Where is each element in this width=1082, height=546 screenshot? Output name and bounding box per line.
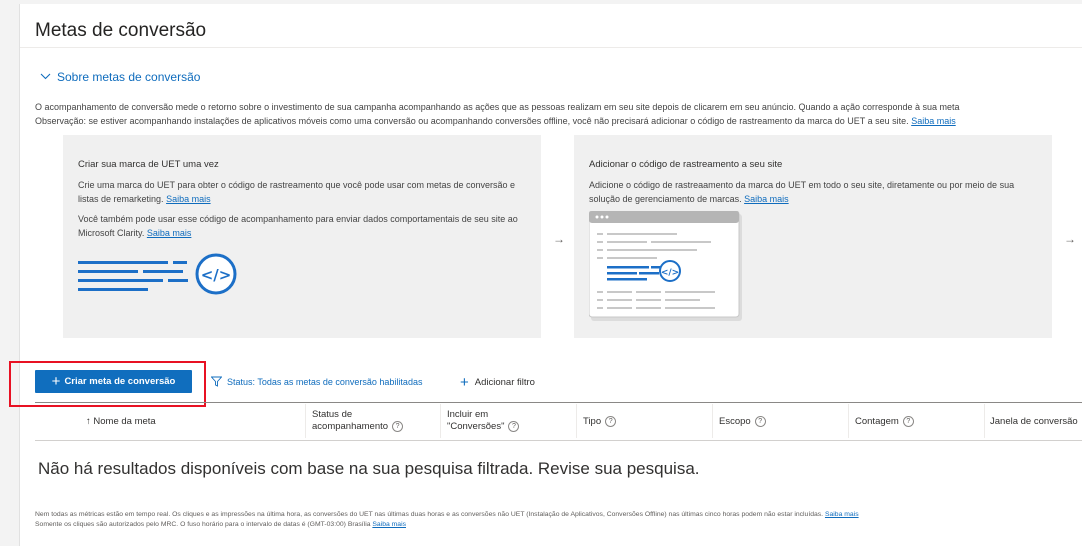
help-icon[interactable]: ?	[508, 421, 520, 432]
column-label: Contagem	[855, 416, 899, 428]
learn-more-link[interactable]: Saiba mais	[744, 194, 789, 204]
website-code-illustration: </>	[589, 211, 742, 321]
column-divider	[712, 404, 713, 438]
about-line-2: Observação: se estiver acompanhando inst…	[35, 116, 909, 126]
column-label: Nome da meta	[93, 416, 156, 427]
about-description: O acompanhamento de conversão mede o ret…	[35, 100, 1082, 128]
help-icon[interactable]: ?	[902, 416, 914, 427]
footer-note: Nem todas as métricas estão em tempo rea…	[35, 510, 859, 530]
column-divider	[984, 404, 985, 438]
svg-text:</>: </>	[661, 268, 679, 278]
card-text: Adicione o código de rastreaamento da ma…	[589, 178, 1034, 206]
arrow-right-icon: →	[553, 232, 565, 246]
learn-more-link[interactable]: Saiba mais	[825, 511, 859, 518]
uet-tag-illustration: </>	[78, 253, 237, 295]
column-header-count[interactable]: Contagem?	[855, 416, 914, 428]
column-label: acompanhamento	[312, 421, 389, 433]
help-icon[interactable]: ?	[605, 416, 617, 427]
column-header-include-in-conversions[interactable]: Incluir em "Conversões"?	[447, 409, 520, 433]
column-label: Incluir em	[447, 409, 489, 420]
sort-ascending-icon: ↑	[86, 416, 91, 427]
card-text-2: Você também pode usar esse código de aco…	[78, 214, 518, 238]
column-divider	[848, 404, 849, 438]
learn-more-link[interactable]: Saiba mais	[166, 194, 211, 204]
learn-more-link[interactable]: Saiba mais	[147, 228, 192, 238]
filter-icon	[211, 376, 222, 387]
learn-more-link[interactable]: Saiba mais	[372, 521, 406, 528]
chevron-down-icon	[40, 71, 51, 83]
empty-results-message: Não há resultados disponíveis com base n…	[38, 459, 700, 478]
add-tracking-code-card: Adicionar o código de rastreamento a seu…	[574, 135, 1052, 338]
card-title: Adicionar o código de rastreamento a seu…	[589, 159, 783, 170]
column-label: "Conversões"	[447, 421, 505, 433]
help-icon[interactable]: ?	[754, 416, 766, 427]
column-label: Janela de conversão	[990, 416, 1078, 427]
column-label: Status de	[312, 409, 353, 420]
card-text-1: Crie uma marca do UET para obter o códig…	[78, 180, 516, 204]
card-text: Você também pode usar esse código de aco…	[78, 212, 523, 240]
status-filter[interactable]: Status: Todas as metas de conversão habi…	[211, 376, 422, 387]
add-filter-button[interactable]: + Adicionar filtro	[460, 375, 535, 390]
table-top-rule	[35, 402, 1082, 403]
card-title: Criar sua marca de UET uma vez	[78, 159, 219, 170]
footer-line-2: Somente os cliques são autorizados pelo …	[35, 521, 371, 528]
footer-line-1: Nem todas as métricas estão em tempo rea…	[35, 511, 824, 518]
add-filter-label: Adicionar filtro	[474, 377, 535, 388]
status-filter-label: Status: Todas as metas de conversão habi…	[227, 376, 423, 387]
page-title: Metas de conversão	[35, 20, 207, 41]
help-icon[interactable]: ?	[392, 421, 404, 432]
table-header-bottom-rule	[35, 440, 1082, 441]
create-uet-tag-card: Criar sua marca de UET uma vez Crie uma …	[63, 135, 541, 338]
card-text-1: Adicione o código de rastreaamento da ma…	[589, 180, 1015, 204]
column-header-conversion-window[interactable]: Janela de conversão	[990, 416, 1078, 428]
svg-text:</>: </>	[201, 266, 232, 284]
column-header-tracking-status[interactable]: Status de acompanhamento?	[312, 409, 404, 433]
column-header-scope[interactable]: Escopo?	[719, 416, 766, 428]
plus-icon: +	[460, 374, 469, 391]
column-divider	[576, 404, 577, 438]
column-divider	[440, 404, 441, 438]
highlight-box	[9, 361, 206, 407]
about-toggle-label: Sobre metas de conversão	[57, 70, 201, 84]
about-toggle[interactable]: Sobre metas de conversão	[40, 70, 200, 84]
card-text: Crie uma marca do UET para obter o códig…	[78, 178, 523, 206]
column-label: Tipo	[583, 416, 602, 428]
column-label: Escopo	[719, 416, 751, 428]
arrow-right-icon: →	[1064, 232, 1076, 246]
column-header-type[interactable]: Tipo?	[583, 416, 617, 428]
learn-more-link[interactable]: Saiba mais	[911, 116, 956, 126]
column-header-goal-name[interactable]: ↑ Nome da meta	[86, 416, 156, 428]
title-divider	[20, 47, 1082, 48]
column-divider	[305, 404, 306, 438]
about-line-1: O acompanhamento de conversão mede o ret…	[35, 102, 960, 112]
